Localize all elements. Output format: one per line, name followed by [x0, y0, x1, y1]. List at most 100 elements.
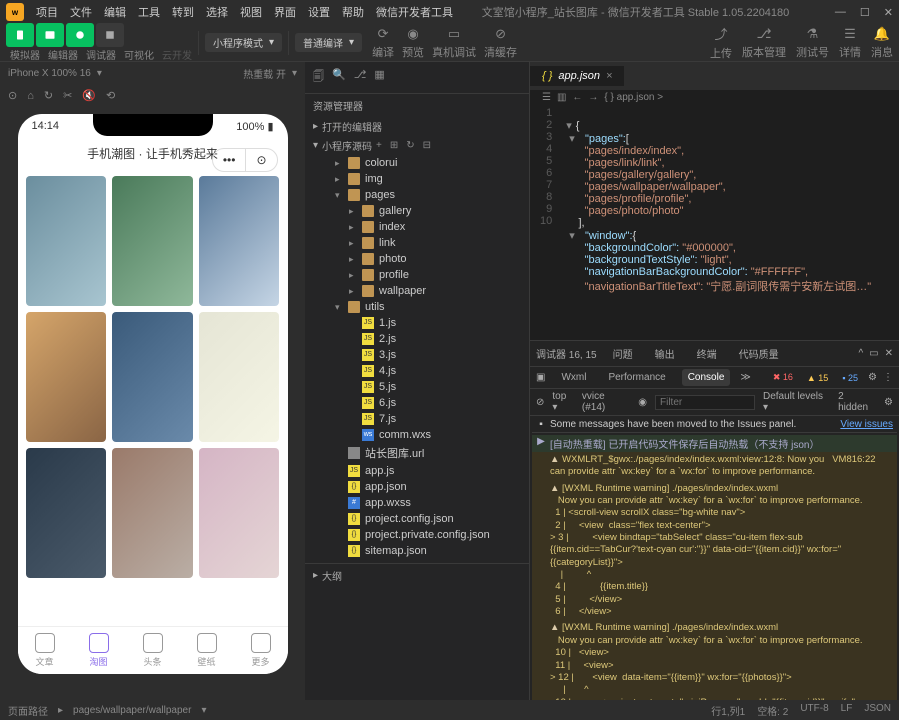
tree-item-pages[interactable]: ▾pages [305, 187, 529, 203]
refresh-icon[interactable]: ↻ [406, 140, 414, 151]
preview-button[interactable]: ◉预览 [402, 26, 424, 60]
project-section[interactable]: ▾ 小程序源码 + ⊞ ↻ ⊟ [305, 136, 529, 155]
dt-clear-icon[interactable]: ⊘ [536, 397, 544, 408]
grid-thumb[interactable] [26, 448, 107, 578]
dt-tab-wxml[interactable]: Wxml [555, 369, 592, 386]
menu-edit[interactable]: 编辑 [98, 4, 132, 20]
tree-item-project-private-config-json[interactable]: {}project.private.config.json [305, 527, 529, 543]
window-close[interactable]: ✕ [884, 6, 893, 19]
tree-item-img[interactable]: ▸img [305, 171, 529, 187]
collapse-icon[interactable]: ⊟ [423, 140, 431, 151]
device-selector[interactable]: iPhone X 100% 16 [8, 68, 91, 79]
menu-goto[interactable]: 转到 [166, 4, 200, 20]
tree-item-index[interactable]: ▸index [305, 219, 529, 235]
explorer-tab-git-icon[interactable]: ⎇ [354, 68, 367, 87]
tree-item-sitemap-json[interactable]: {}sitemap.json [305, 543, 529, 559]
tree-item-wallpaper[interactable]: ▸wallpaper [305, 283, 529, 299]
tab-wallpaper[interactable]: 壁纸 [180, 633, 234, 668]
dt-settings-icon[interactable]: ⚙ [868, 372, 877, 383]
page-path-value[interactable]: pages/wallpaper/wallpaper [73, 705, 191, 716]
tab-more[interactable]: 更多 [234, 633, 288, 668]
tree-item-6-js[interactable]: JS6.js [305, 395, 529, 411]
tree-item-app-wxss[interactable]: #app.wxss [305, 495, 529, 511]
dt-tab-problems[interactable]: 问题 [607, 343, 639, 364]
status-spaces[interactable]: 空格: 2 [757, 703, 788, 718]
tree-item-3-js[interactable]: JS3.js [305, 347, 529, 363]
context-selector[interactable]: top ▾ [552, 391, 573, 413]
grid-thumb[interactable] [112, 312, 193, 442]
console-output[interactable]: ▪Some messages have been moved to the Is… [530, 416, 899, 700]
dt-tab-performance[interactable]: Performance [602, 369, 671, 386]
tree-item-gallery[interactable]: ▸gallery [305, 203, 529, 219]
dt-expand-icon[interactable]: ^ [858, 348, 863, 359]
compile-button[interactable]: ⟳编译 [372, 26, 394, 60]
hot-reload-toggle[interactable]: 热重载 开 [243, 66, 286, 81]
tree-item-link[interactable]: ▸link [305, 235, 529, 251]
new-file-icon[interactable]: + [376, 140, 382, 151]
sim-cut-icon[interactable]: ✂ [63, 89, 72, 102]
menu-project[interactable]: 项目 [30, 4, 64, 20]
status-lang[interactable]: JSON [864, 703, 891, 718]
sim-back-icon[interactable]: ⊙ [8, 89, 17, 102]
tree-item-app-json[interactable]: {}app.json [305, 479, 529, 495]
tab-browse[interactable]: 淘图 [72, 633, 126, 668]
tree-item-project-config-json[interactable]: {}project.config.json [305, 511, 529, 527]
simulator-toggle[interactable] [6, 23, 34, 47]
tree-item-colorui[interactable]: ▸colorui [305, 155, 529, 171]
tree-item-photo[interactable]: ▸photo [305, 251, 529, 267]
outline-section[interactable]: ▸ 大纲 [305, 563, 529, 585]
tree-item-5-js[interactable]: JS5.js [305, 379, 529, 395]
tree-item-站长图库-url[interactable]: 站长图库.url [305, 443, 529, 463]
new-folder-icon[interactable]: ⊞ [390, 140, 398, 151]
tree-item-1-js[interactable]: JS1.js [305, 315, 529, 331]
sim-refresh-icon[interactable]: ↻ [44, 89, 53, 102]
dt-popout-icon[interactable]: ▭ [869, 348, 878, 359]
open-editors-section[interactable]: ▸ 打开的编辑器 [305, 117, 529, 136]
version-button[interactable]: ⎇版本管理 [742, 26, 786, 60]
test-account-button[interactable]: ⚗测试号 [796, 26, 829, 60]
editor-toggle[interactable] [36, 23, 64, 47]
explorer-tab-search-icon[interactable]: 🔍 [332, 68, 346, 87]
upload-button[interactable]: ⤴上传 [710, 24, 732, 61]
tree-item-7-js[interactable]: JS7.js [305, 411, 529, 427]
dt-close-icon[interactable]: ✕ [885, 348, 893, 359]
visual-toggle[interactable] [96, 23, 124, 47]
grid-thumb[interactable] [26, 176, 107, 306]
explorer-tab-files-icon[interactable]: 🗐 [313, 68, 324, 87]
dt-tab-console[interactable]: Console [682, 369, 731, 386]
grid-thumb[interactable] [112, 448, 193, 578]
messages-button[interactable]: 🔔消息 [871, 26, 893, 60]
editor-tab-appjson[interactable]: { } app.json × [530, 66, 624, 86]
window-maximize[interactable]: ☐ [860, 6, 870, 19]
compile-dropdown[interactable]: 普通编译▾ [295, 33, 362, 52]
menu-select[interactable]: 选择 [200, 4, 234, 20]
clear-cache-button[interactable]: ⊘清缓存 [484, 26, 517, 60]
tree-item-2-js[interactable]: JS2.js [305, 331, 529, 347]
status-encoding[interactable]: UTF-8 [800, 703, 828, 718]
tree-item-4-js[interactable]: JS4.js [305, 363, 529, 379]
dt-inspect-icon[interactable]: ▣ [536, 372, 545, 383]
tree-item-utils[interactable]: ▾utils [305, 299, 529, 315]
dt-eye-icon[interactable]: ◉ [638, 397, 647, 408]
grid-thumb[interactable] [26, 312, 107, 442]
grid-thumb[interactable] [112, 176, 193, 306]
tree-item-profile[interactable]: ▸profile [305, 267, 529, 283]
dt-more-icon[interactable]: ⋮ [883, 372, 893, 383]
menu-tools[interactable]: 工具 [132, 4, 166, 20]
window-minimize[interactable]: — [835, 6, 846, 19]
tab-article[interactable]: 文章 [18, 633, 72, 668]
console-filter-input[interactable] [655, 395, 755, 410]
levels-selector[interactable]: Default levels ▾ [763, 391, 830, 413]
close-tab-icon[interactable]: × [606, 70, 612, 82]
details-button[interactable]: ☰详情 [839, 26, 861, 60]
mode-dropdown[interactable]: 小程序模式▾ [205, 33, 282, 52]
remote-debug-button[interactable]: ▭真机调试 [432, 26, 476, 60]
sim-rotate-icon[interactable]: ⟲ [106, 89, 115, 102]
sim-home-icon[interactable]: ⌂ [27, 90, 34, 102]
tree-item-comm-wxs[interactable]: wscomm.wxs [305, 427, 529, 443]
sim-mute-icon[interactable]: 🔇 [82, 89, 96, 102]
menu-settings[interactable]: 设置 [302, 4, 336, 20]
explorer-tab-ext-icon[interactable]: ▦ [374, 68, 384, 87]
dt-gear-icon[interactable]: ⚙ [884, 397, 893, 408]
view-issues-link[interactable]: View issues [840, 419, 893, 430]
